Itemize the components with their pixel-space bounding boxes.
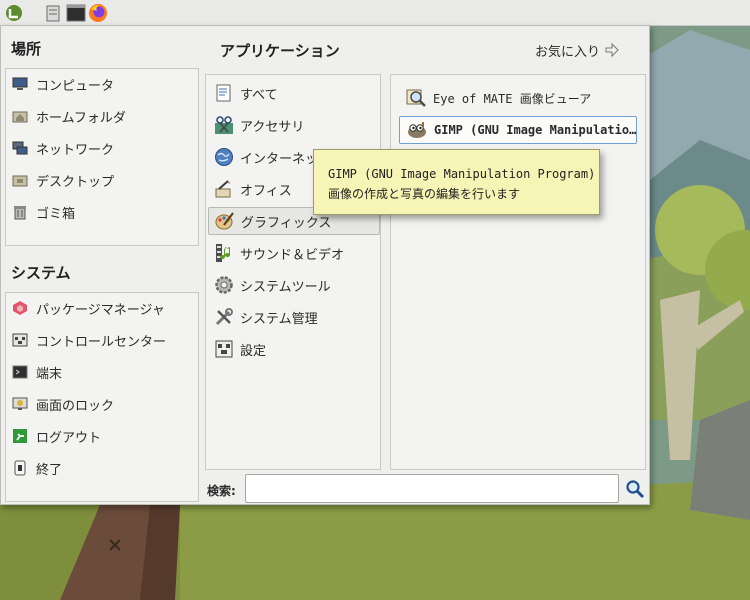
settings-icon (215, 340, 233, 358)
system-item-lock-screen[interactable]: 画面のロック (12, 391, 114, 417)
places-item-desktop[interactable]: デスクトップ (12, 167, 114, 193)
search-label: 検索: (207, 484, 236, 498)
places-title: 場所 (11, 40, 42, 58)
system-item-terminal[interactable]: 端末 (12, 359, 62, 385)
shutdown-icon (14, 460, 26, 476)
system-item-label: 画面のロック (36, 398, 115, 414)
places-item-label: ホームフォルダ (36, 110, 126, 126)
category-accessories[interactable]: アクセサリ (208, 111, 380, 139)
home-folder-icon (12, 111, 28, 123)
graphics-icon (215, 212, 234, 230)
gimp-tooltip: GIMP (GNU Image Manipulation Program) 画像… (313, 149, 600, 215)
places-item-home[interactable]: ホームフォルダ (12, 103, 126, 129)
system-item-label: コントロールセンター (36, 334, 167, 350)
category-all[interactable]: すべて (208, 79, 380, 107)
application-menu: 場所 コンピュータ ホームフォルダ ネットワーク デスクトップ ゴミ箱 システム… (0, 25, 650, 505)
category-label: サウンド＆ビデオ (240, 247, 345, 263)
places-item-label: ネットワーク (36, 142, 115, 158)
system-item-label: 端末 (36, 366, 63, 382)
system-item-shutdown[interactable]: 終了 (12, 455, 62, 481)
system-item-logout[interactable]: ログアウト (12, 423, 101, 449)
image-viewer-icon (406, 89, 426, 107)
applications-title: アプリケーション (220, 42, 340, 60)
category-label: アクセサリ (240, 119, 305, 135)
category-system-admin[interactable]: システム管理 (208, 303, 380, 331)
file-manager-icon[interactable] (43, 3, 63, 23)
category-list: すべて アクセサリ インターネット オフィス グラフィックス サウンド＆ビデオ … (205, 74, 381, 470)
app-label: Eye of MATE 画像ビューア (433, 91, 592, 106)
app-eye-of-mate[interactable]: Eye of MATE 画像ビューア (399, 84, 637, 112)
category-label: システム管理 (240, 311, 318, 327)
package-manager-icon (13, 301, 27, 315)
category-system-tools[interactable]: システムツール (208, 271, 380, 299)
favorites-label: お気に入り (535, 44, 601, 60)
terminal-icon (12, 365, 28, 379)
logout-icon (13, 429, 27, 443)
firefox-icon[interactable] (88, 3, 108, 23)
accessories-icon (215, 116, 233, 134)
arrow-right-icon (605, 42, 619, 58)
terminal-launcher-icon[interactable] (66, 3, 86, 23)
tooltip-description: 画像の作成と写真の編集を行います (328, 187, 521, 201)
system-item-label: ログアウト (36, 430, 102, 446)
tooltip-title: GIMP (GNU Image Manipulation Program) (328, 167, 596, 181)
network-icon (12, 141, 28, 155)
places-list: コンピュータ ホームフォルダ ネットワーク デスクトップ ゴミ箱 (5, 68, 199, 246)
category-label: システムツール (240, 279, 331, 295)
application-list: Eye of MATE 画像ビューア GIMP (GNU Image Manip… (390, 74, 646, 470)
system-item-control-center[interactable]: コントロールセンター (12, 327, 166, 353)
trash-icon (14, 206, 26, 220)
search-input[interactable] (245, 474, 619, 503)
places-item-label: デスクトップ (36, 174, 115, 190)
places-item-network[interactable]: ネットワーク (12, 135, 114, 161)
system-title: システム (11, 264, 71, 282)
app-label: GIMP (GNU Image Manipulatio… (434, 123, 637, 137)
desktop-folder-icon (12, 175, 28, 187)
internet-icon (215, 148, 233, 166)
lock-screen-icon (12, 397, 28, 410)
system-admin-icon (215, 308, 233, 326)
app-gimp[interactable]: GIMP (GNU Image Manipulatio… (399, 116, 637, 144)
system-item-label: 終了 (36, 462, 63, 478)
places-item-computer[interactable]: コンピュータ (12, 71, 114, 97)
system-list: パッケージマネージャ コントロールセンター 端末 画面のロック ログアウト 終了 (5, 292, 199, 502)
system-item-label: パッケージマネージャ (36, 302, 165, 318)
category-sound-video[interactable]: サウンド＆ビデオ (208, 239, 380, 267)
favorites-button[interactable]: お気に入り (535, 40, 620, 60)
category-label: 設定 (240, 343, 267, 359)
office-icon (215, 180, 231, 198)
system-tools-icon (215, 276, 233, 294)
gimp-icon (408, 122, 426, 138)
category-label: すべて (240, 87, 278, 103)
places-item-label: ゴミ箱 (36, 206, 76, 222)
top-panel (0, 0, 750, 26)
sound-video-icon (216, 244, 230, 262)
computer-icon (12, 77, 28, 90)
category-label: オフィス (240, 183, 292, 199)
search-icon[interactable] (625, 479, 645, 499)
all-apps-icon (216, 84, 231, 102)
control-center-icon (12, 333, 28, 347)
places-item-label: コンピュータ (36, 78, 115, 94)
system-item-package-manager[interactable]: パッケージマネージャ (12, 295, 165, 321)
places-item-trash[interactable]: ゴミ箱 (12, 199, 75, 225)
mate-menu-icon[interactable] (4, 3, 24, 23)
category-settings[interactable]: 設定 (208, 335, 380, 363)
